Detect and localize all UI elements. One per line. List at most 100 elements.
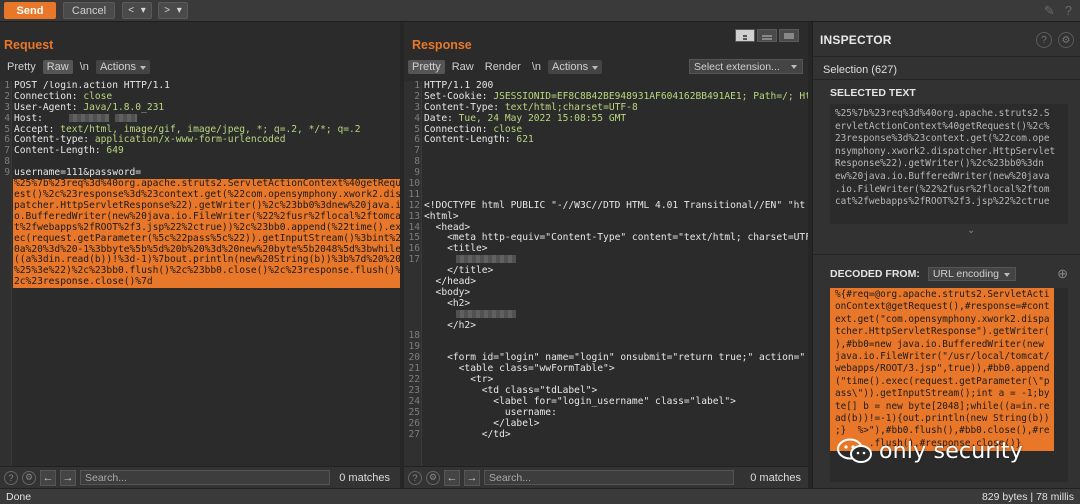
decoded-from-label: DECODED FROM: [830, 268, 920, 280]
selected-text-box[interactable]: %25%7b%23req%3d%40org.apache.struts2.S e… [830, 104, 1068, 224]
code-line: 9 [404, 167, 811, 179]
selection-count[interactable]: Selection (627) [823, 64, 897, 76]
forward-button[interactable]: > ▾ [158, 2, 188, 19]
actions-dropdown[interactable]: Actions [95, 59, 151, 74]
line-number: 25 [408, 406, 420, 418]
layout-toggle [735, 29, 799, 42]
wechat-logo-icon [837, 438, 872, 463]
settings-icon[interactable]: ⚙ [426, 470, 440, 485]
help-icon[interactable]: ? [1036, 32, 1052, 48]
request-title: Request [4, 38, 54, 52]
response-tabs: Pretty Raw Render \n Actions [408, 59, 603, 74]
status-bar: Done 829 bytes | 78 millis [0, 488, 1080, 504]
back-button[interactable]: < ▾ [122, 2, 152, 19]
selected-text-heading: SELECTED TEXT [830, 87, 916, 99]
request-pane: Request Pretty Raw \n Actions 1 POST /log… [0, 22, 400, 488]
status-text: Done [6, 490, 32, 503]
layout-columns-icon[interactable] [735, 29, 755, 42]
send-button[interactable]: Send [4, 2, 56, 19]
layout-rows-icon[interactable] [757, 29, 777, 42]
back-arrow-icon: < [128, 5, 135, 16]
selected-payload[interactable]: %25%7b%23req%3d%40org.apache.struts2.Ser… [13, 178, 400, 289]
inspector-title: INSPECTOR [820, 33, 892, 47]
edit-icon[interactable]: ✎ [1044, 3, 1055, 19]
line-number: 17 [408, 254, 420, 266]
request-search-input[interactable]: Search... [80, 470, 330, 485]
code-line: 7 Content-Length: 649 [0, 145, 400, 157]
chevron-down-icon: ▾ [176, 5, 182, 16]
cancel-button[interactable]: Cancel [63, 2, 115, 19]
line-number: 13 [408, 210, 420, 222]
tab-render[interactable]: Render [481, 60, 525, 74]
actions-dropdown[interactable]: Actions [548, 59, 603, 74]
layout-single-icon[interactable] [779, 29, 799, 42]
line-number: 4 [4, 112, 10, 124]
decoded-from-row: DECODED FROM: URL encoding ⊕ [830, 266, 1068, 282]
request-search-bar: ? ⚙ ← → Search... 0 matches [0, 466, 400, 488]
code-text: </td> [424, 428, 511, 440]
request-editor[interactable]: 1 POST /login.action HTTP/1.1 2 Connection:… [0, 81, 400, 466]
select-extension-dropdown[interactable]: Select extension... [689, 59, 803, 74]
tab-pretty[interactable]: Pretty [408, 59, 445, 74]
watermark: only security [837, 438, 1023, 464]
code-line: 27 </td> [404, 428, 811, 441]
tab-newline[interactable]: \n [76, 60, 93, 74]
add-icon[interactable]: ⊕ [1057, 266, 1068, 282]
code-line: 8 [404, 156, 811, 168]
toolbar-right-icons: ✎ ? [1044, 3, 1072, 19]
prev-match-button[interactable]: ← [444, 469, 460, 486]
code-line: 6 Content-Length: 621 [404, 135, 811, 146]
line-number: 9 [4, 167, 10, 179]
response-size: 829 bytes | 78 millis [981, 490, 1074, 503]
response-editor[interactable]: 1 HTTP/1.1 200 2 Set-Cookie: JSESSIONID=EF8… [404, 81, 811, 466]
code-text: <html> [424, 210, 459, 222]
code-line: 18 [404, 331, 811, 342]
code-text: </h2> [424, 319, 476, 331]
code-text: </head> [424, 276, 476, 288]
code-text: <!DOCTYPE html PUBLIC "-//W3C//DTD HTML … [424, 199, 806, 211]
next-match-button[interactable]: → [464, 469, 480, 486]
settings-icon[interactable]: ⚙ [22, 470, 36, 485]
tab-newline[interactable]: \n [528, 60, 545, 74]
inspector-icons: ? ⚙ [1036, 32, 1074, 48]
code-line: 12 <!DOCTYPE html PUBLIC "-//W3C//DTD HTM… [404, 199, 811, 212]
inspector-panel: INSPECTOR ? ⚙ Selection (627) SELECTED T… [812, 22, 1080, 488]
encoding-dropdown[interactable]: URL encoding [927, 267, 1016, 281]
code-line: 10 [404, 178, 811, 190]
chevron-down-icon[interactable]: ⌄ [967, 225, 975, 236]
chevron-down-icon: ▾ [140, 5, 146, 16]
code-line: 16 <title> [404, 243, 811, 255]
prev-match-button[interactable]: ← [40, 469, 56, 486]
code-line: 3 User-Agent: Java/1.8.0_231 [0, 101, 400, 114]
code-line: </h2> [404, 319, 811, 332]
response-search-input[interactable]: Search... [484, 470, 734, 485]
code-text: Content-Length: 649 [14, 145, 124, 157]
match-count: 0 matches [750, 471, 801, 484]
help-icon[interactable]: ? [1065, 3, 1072, 19]
tab-pretty[interactable]: Pretty [3, 60, 40, 74]
next-match-button[interactable]: → [60, 469, 76, 486]
code-line: <h2> [404, 297, 811, 310]
main-toolbar: Send Cancel < ▾ > ▾ ✎ ? [0, 0, 1080, 22]
code-text: <title> [424, 243, 488, 255]
match-count: 0 matches [339, 471, 390, 484]
forward-arrow-icon: > [164, 5, 171, 16]
tab-raw[interactable]: Raw [42, 59, 73, 74]
code-text: </title> [424, 265, 494, 277]
tab-raw[interactable]: Raw [448, 60, 478, 74]
response-pane: Response Pretty Raw Render \n Actions Se… [404, 22, 811, 488]
help-icon[interactable]: ? [408, 470, 422, 485]
code-text: <h2> [424, 297, 471, 309]
line-number: 27 [408, 428, 420, 440]
settings-icon[interactable]: ⚙ [1058, 32, 1074, 48]
response-search-bar: ? ⚙ ← → Search... 0 matches [404, 466, 811, 488]
request-tabs: Pretty Raw \n Actions [3, 59, 151, 74]
line-number: 4 [414, 112, 420, 124]
help-icon[interactable]: ? [4, 470, 18, 485]
code-text: Content-Length: 621 [424, 134, 534, 146]
decoded-text: %{#req=@org.apache.struts2.ServletActi o… [830, 288, 1055, 452]
code-line: 7 [404, 145, 811, 157]
watermark-text: only security [879, 438, 1023, 464]
code-text: User-Agent: Java/1.8.0_231 [14, 101, 165, 113]
code-text [424, 309, 811, 321]
